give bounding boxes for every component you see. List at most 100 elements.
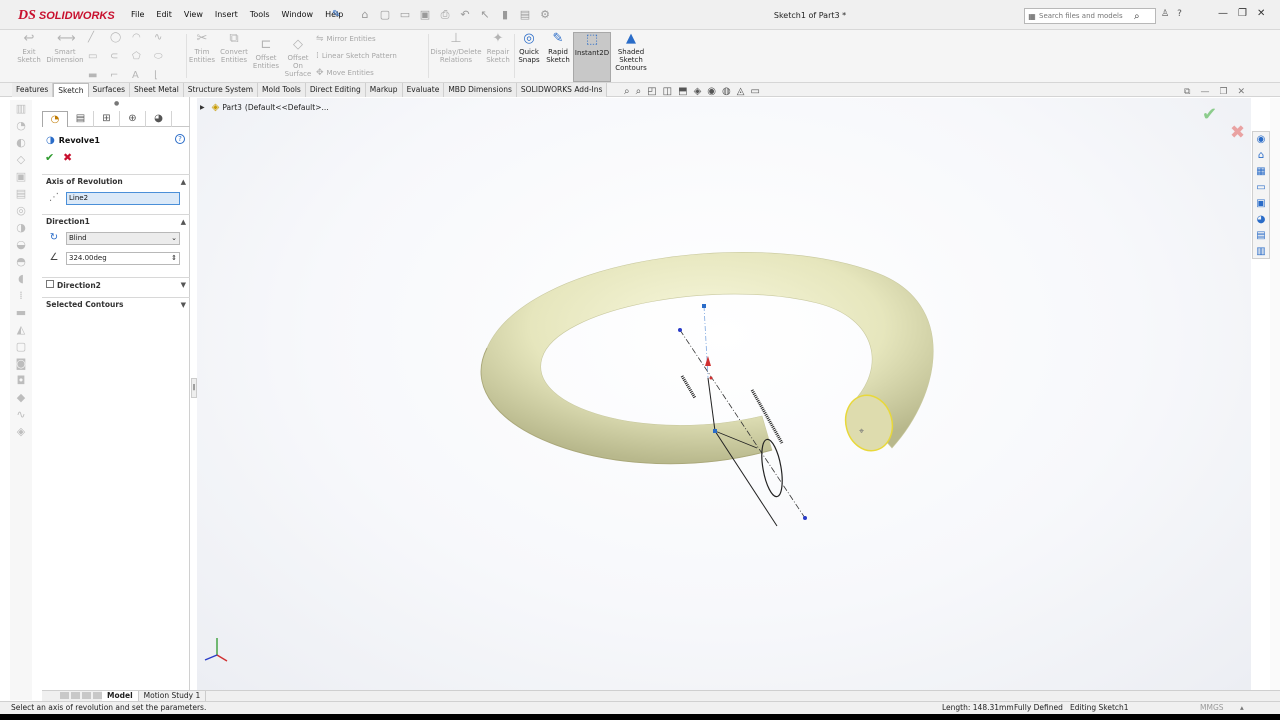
user-icon[interactable]: ♙: [1161, 9, 1169, 19]
solidworks-resources-icon[interactable]: ◉: [1257, 132, 1266, 148]
shell-icon[interactable]: ▢: [12, 338, 30, 355]
previous-view-icon[interactable]: ◰: [647, 86, 656, 97]
select-icon[interactable]: ↖: [478, 8, 492, 22]
model-scene[interactable]: ⌖: [197, 98, 1251, 690]
menu-insert[interactable]: Insert: [209, 10, 244, 19]
sketch-endpoint[interactable]: [713, 429, 717, 433]
end-condition-dropdown[interactable]: Blind ⌄: [66, 231, 180, 245]
angle-input[interactable]: 324.00deg ⇕: [66, 251, 180, 265]
slot-icon[interactable]: ⊂: [110, 51, 132, 62]
mirror-entities-button[interactable]: ⇋ Mirror Entities: [316, 34, 376, 44]
apply-scene-icon[interactable]: ◬: [737, 86, 745, 97]
viewport-collapse-icon[interactable]: ⧉: [1184, 87, 1190, 97]
file-explorer-icon[interactable]: ▭: [1256, 180, 1265, 196]
tab-solidworks-add-ins[interactable]: SOLIDWORKS Add-Ins: [516, 83, 608, 97]
prev-tab-icon[interactable]: [71, 691, 80, 699]
rib-icon[interactable]: ▬: [12, 304, 30, 321]
rapid-sketch-button[interactable]: ✎ Rapid Sketch: [544, 32, 572, 65]
forum-icon[interactable]: ▥: [1256, 244, 1265, 260]
reference-geometry-icon[interactable]: ◆: [12, 389, 30, 406]
fillet-icon[interactable]: ⌐: [110, 70, 132, 81]
line-icon[interactable]: ╱: [88, 32, 110, 43]
property-manager-tab-icon[interactable]: ▤: [68, 111, 94, 127]
tab-structure-system[interactable]: Structure System: [183, 83, 259, 97]
repair-sketch-button[interactable]: ✦ Repair Sketch: [484, 32, 512, 65]
close-icon[interactable]: ✕: [1257, 8, 1265, 19]
curves-icon[interactable]: ∿: [12, 406, 30, 423]
design-library-icon[interactable]: ▦: [1256, 164, 1265, 180]
tab-motion-study-1[interactable]: Motion Study 1: [139, 691, 207, 701]
axis-endpoint[interactable]: [678, 328, 682, 332]
reverse-direction-icon[interactable]: ↻: [46, 231, 62, 245]
boundary-boss-icon[interactable]: ▣: [12, 168, 30, 185]
draft-icon[interactable]: ◭: [12, 321, 30, 338]
hide-show-items-icon[interactable]: ◉: [707, 86, 716, 97]
home-icon[interactable]: ⌂: [358, 8, 372, 22]
tab-features[interactable]: Features: [12, 83, 54, 97]
confirm-cancel-icon[interactable]: ✖: [1230, 122, 1245, 143]
quick-snaps-button[interactable]: ◎ Quick Snaps: [516, 32, 542, 65]
file-properties-icon[interactable]: ▤: [518, 8, 532, 22]
direction2-checkbox[interactable]: [46, 279, 54, 288]
tab-surfaces[interactable]: Surfaces: [88, 83, 131, 97]
custom-properties-icon[interactable]: ▤: [1256, 228, 1265, 244]
linear-sketch-pattern-button[interactable]: ⁞ Linear Sketch Pattern: [316, 51, 397, 61]
tab-sketch[interactable]: Sketch: [53, 83, 89, 97]
status-expand-icon[interactable]: ▴: [1240, 702, 1244, 714]
next-tab-icon[interactable]: [82, 691, 91, 699]
sketch-geometry[interactable]: [678, 304, 807, 527]
panel-grip[interactable]: ●: [114, 100, 119, 107]
instant2d-button[interactable]: ⬚ Instant2D: [573, 32, 611, 82]
selected-contours-header[interactable]: Selected Contours ▼: [42, 297, 190, 311]
dimxpert-manager-tab-icon[interactable]: ⊕: [120, 111, 146, 127]
point-icon[interactable]: ⌊: [154, 70, 176, 81]
hole-wizard-icon[interactable]: ◎: [12, 202, 30, 219]
origin-point[interactable]: [709, 376, 713, 380]
direction1-header[interactable]: Direction1 ▲: [42, 214, 190, 228]
axis-selection-box[interactable]: Line2: [66, 191, 180, 205]
edit-appearance-icon[interactable]: ◍: [722, 86, 731, 97]
rebuild-icon[interactable]: ▮: [498, 8, 512, 22]
search-scope-icon[interactable]: ▦: [1025, 12, 1039, 21]
search-input[interactable]: [1039, 12, 1134, 20]
restore-icon[interactable]: ❐: [1238, 8, 1247, 19]
direction-arrow[interactable]: [705, 356, 711, 366]
offset-on-surface-button[interactable]: ◇ Offset On Surface: [283, 38, 313, 79]
tab-mold-tools[interactable]: Mold Tools: [258, 83, 306, 97]
axis-centerline[interactable]: [679, 329, 806, 519]
search-box[interactable]: ▦ ⌕: [1024, 8, 1156, 24]
zoom-to-fit-icon[interactable]: ⌕: [624, 86, 630, 97]
linear-pattern-icon[interactable]: ⁞: [12, 287, 30, 304]
menu-edit[interactable]: Edit: [150, 10, 178, 19]
minimize-icon[interactable]: —: [1218, 8, 1228, 19]
direction2-header[interactable]: Direction2 ▼: [42, 277, 190, 291]
display-delete-relations-button[interactable]: ⊥ Display/Delete Relations: [430, 32, 482, 65]
circle-icon[interactable]: ◯: [110, 32, 132, 43]
last-tab-icon[interactable]: [93, 691, 102, 699]
display-style-icon[interactable]: ◈: [694, 86, 702, 97]
convert-entities-button[interactable]: ⧉ Convert Entities: [218, 32, 250, 65]
appearances-icon[interactable]: ◕: [1257, 212, 1266, 228]
home-tab-icon[interactable]: ⌂: [1258, 148, 1264, 164]
save-icon[interactable]: ▣: [418, 8, 432, 22]
trim-entities-button[interactable]: ✂ Trim Entities: [186, 32, 218, 65]
arc-icon[interactable]: ◠: [132, 32, 154, 43]
expand-arrow-icon[interactable]: ▶: [200, 104, 205, 111]
options-gear-icon[interactable]: ⚙: [538, 8, 552, 22]
straight-slot-icon[interactable]: ▬: [88, 70, 110, 81]
pin-menu-icon[interactable]: ✎: [332, 9, 340, 20]
view-palette-icon[interactable]: ▣: [1256, 196, 1265, 212]
tab-mbd-dimensions[interactable]: MBD Dimensions: [444, 83, 517, 97]
confirm-ok-icon[interactable]: ✔: [1202, 104, 1217, 125]
viewport-minimize-icon[interactable]: —: [1200, 87, 1209, 97]
feature-manager-tab-icon[interactable]: ◔: [42, 111, 68, 127]
tab-model[interactable]: Model: [102, 691, 139, 701]
sketch-line[interactable]: [707, 377, 716, 432]
exit-sketch-button[interactable]: ↩ Exit Sketch: [14, 32, 44, 65]
revolved-cut-icon[interactable]: ◑: [12, 219, 30, 236]
section-view-icon[interactable]: ◫: [663, 86, 672, 97]
sketch-endpoint[interactable]: [702, 304, 706, 308]
help-question-icon[interactable]: ?: [175, 134, 185, 144]
extruded-cut-icon[interactable]: ▤: [12, 185, 30, 202]
text-icon[interactable]: A: [132, 70, 154, 81]
